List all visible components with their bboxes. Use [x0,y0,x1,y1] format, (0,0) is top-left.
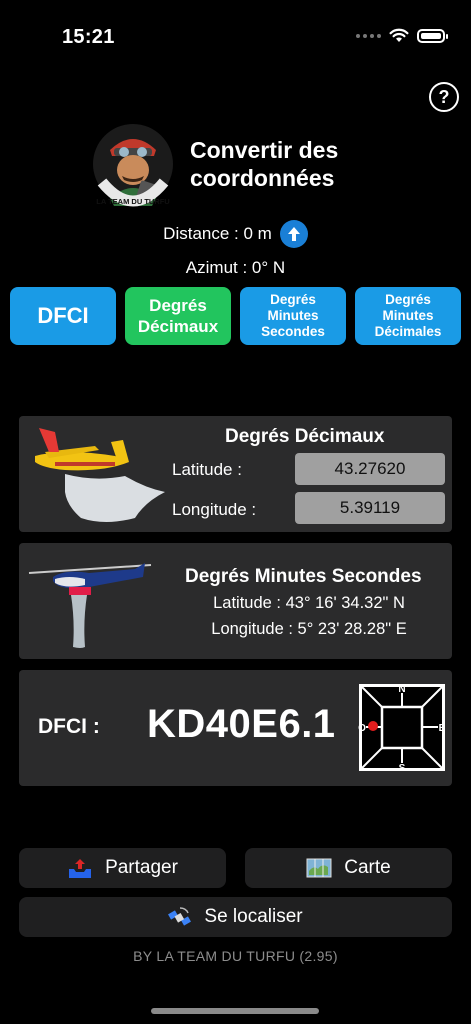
azimut-text: Azimut : 0° N [185,258,286,277]
logo-text: LA TEAM DU TURFU [96,197,169,206]
status-indicators [356,28,448,43]
compass-s: S [399,763,406,772]
direction-arrow-icon[interactable] [279,220,308,248]
map-icon [306,858,332,878]
share-button[interactable]: Partager [19,848,226,888]
help-icon: ? [438,86,450,107]
mode-button-label: DFCI [37,303,89,328]
mode-button-label: Décimaux [137,317,219,336]
cellular-signal-icon [356,33,381,38]
mode-button-dmd[interactable]: Degrés Minutes Décimales [355,287,461,345]
page-title: Convertir des coordonnées [190,136,370,192]
satellite-icon [168,907,192,926]
status-time: 15:21 [62,26,115,48]
dfci-code: KD40E6.1 [147,702,336,746]
mode-button-label: Secondes [261,324,325,339]
compass-n: N [398,684,405,695]
title-line-1: Convertir des [190,137,339,163]
mode-button-label: Degrés [270,292,316,307]
dfci-compass-grid-icon: N S E O [358,684,446,772]
mode-button-label: Minutes [382,308,434,323]
wifi-icon [389,28,409,42]
map-button[interactable]: Carte [245,848,452,888]
decimal-card-title: Degrés Décimaux [225,426,385,447]
mode-button-label: Décimales [374,324,442,339]
distance-text: Distance : 0 m [163,224,272,243]
help-button[interactable]: ? [429,82,459,112]
mode-button-dfci[interactable]: DFCI [10,287,116,345]
title-line-2: coordonnées [190,165,335,191]
mode-button-label: Degrés [385,292,431,307]
decimal-degrees-card: Degrés Décimaux Latitude : 43.27620 Long… [19,416,452,532]
dfci-label: DFCI : [38,715,100,738]
longitude-label: Longitude : [172,500,257,519]
mode-button-label: Minutes [267,308,319,323]
dms-card: Degrés Minutes Secondes Latitude : 43° 1… [19,543,452,659]
water-bomber-plane-image [35,428,165,522]
mode-button-dms[interactable]: Degrés Minutes Secondes [240,287,346,345]
home-indicator[interactable] [151,1008,319,1014]
team-logo: LA TEAM DU TURFU [93,124,173,207]
latitude-field[interactable]: 43.27620 [295,453,445,485]
compass-o: O [358,723,366,734]
dms-card-title: Degrés Minutes Secondes [185,566,422,587]
compass-e: E [439,723,446,734]
share-label: Partager [105,857,178,878]
dms-latitude-text: Latitude : 43° 16' 34.32" N [213,594,405,612]
footer-credit: BY LA TEAM DU TURFU (2.95) [133,948,338,964]
locate-label: Se localiser [204,906,303,927]
share-icon [69,859,92,878]
battery-icon [417,28,448,43]
position-marker [368,721,378,731]
mode-button-label: Degrés [149,296,207,315]
map-label: Carte [344,857,391,878]
latitude-label: Latitude : [172,460,242,479]
locate-button[interactable]: Se localiser [19,897,452,937]
mode-button-degres-decimaux[interactable]: Degrés Décimaux [125,287,231,345]
helicopter-image [28,563,152,648]
dms-longitude-text: Longitude : 5° 23' 28.28" E [211,620,407,638]
longitude-field[interactable]: 5.39119 [295,492,445,524]
distance-row: Distance : 0 m [0,220,471,248]
